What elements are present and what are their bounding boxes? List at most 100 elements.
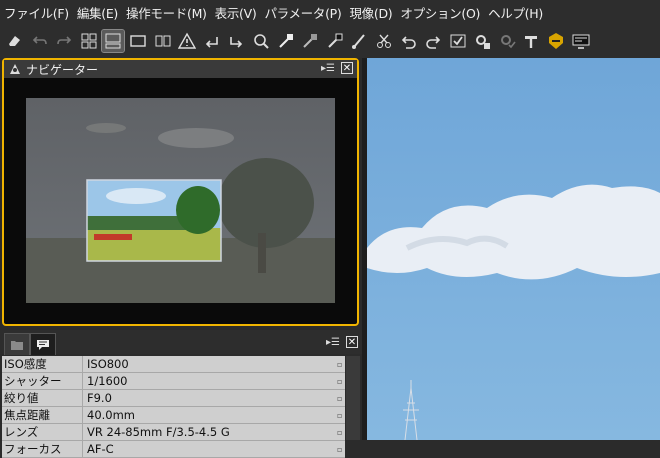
- viewport-rectangle[interactable]: [86, 179, 222, 262]
- filmstrip-view-icon: [105, 33, 121, 49]
- info-key: 絞り値: [2, 390, 83, 406]
- info-key: レンズ: [2, 424, 83, 440]
- white-balance-picker-button[interactable]: [275, 30, 297, 52]
- black-point-picker-icon: [328, 33, 343, 48]
- hammer-icon: [525, 36, 538, 48]
- vertical-scrollbar[interactable]: [346, 356, 360, 440]
- tab-file-info[interactable]: [4, 333, 30, 355]
- check-button[interactable]: [447, 30, 469, 52]
- badge-icon: [549, 33, 564, 49]
- monitor-icon: [572, 34, 590, 49]
- info-value: ISO800: [87, 357, 129, 371]
- comment-icon: [37, 339, 49, 350]
- rotate-right-icon: [230, 37, 243, 48]
- undo-edit-button[interactable]: [398, 30, 420, 52]
- left-pane: ナビゲーター ▸☰ ✕ ▸☰ ✕ ISO感度 ISO800 ▫ シャッター 1/…: [0, 58, 364, 458]
- navigator-title: ナビゲーター: [26, 62, 99, 77]
- table-row: フォーカス AF-C ▫: [2, 441, 345, 458]
- menu-bar: ファイル(F) 編集(E) 操作モード(M) 表示(V) パラメータ(P) 現像(D) オプ…: [0, 0, 660, 24]
- rotate-right-button[interactable]: [225, 30, 247, 52]
- info-value: F9.0: [87, 391, 112, 405]
- settings-button[interactable]: [471, 30, 493, 52]
- brush-icon: [352, 34, 366, 49]
- grid-view-icon: [81, 33, 97, 49]
- zoom-icon: [254, 34, 269, 49]
- row-marker-icon: ▫: [337, 359, 343, 369]
- table-row: レンズ VR 24-85mm F/3.5-4.5 G ▫: [2, 424, 345, 441]
- table-row: ISO感度 ISO800 ▫: [2, 356, 345, 373]
- navigator-thumbnail[interactable]: [26, 98, 335, 303]
- grid-view-button[interactable]: [78, 30, 100, 52]
- camera-info-table: ISO感度 ISO800 ▫ シャッター 1/1600 ▫ 絞り値 F9.0 ▫ 焦点距離 40.0…: [2, 356, 345, 458]
- eraser-icon: [9, 36, 20, 46]
- toolbar: [0, 24, 660, 58]
- white-balance-picker-icon: [278, 34, 293, 48]
- info-key: 焦点距離: [2, 407, 83, 423]
- settings-icon: [476, 35, 491, 49]
- close-icon[interactable]: ✕: [346, 336, 358, 348]
- info-value: AF-C: [87, 442, 114, 456]
- info-value: VR 24-85mm F/3.5-4.5 G: [87, 425, 230, 439]
- rotate-left-button[interactable]: [201, 30, 223, 52]
- gray-point-picker-icon: [303, 34, 318, 48]
- single-view-icon: [130, 35, 146, 47]
- table-row: 絞り値 F9.0 ▫: [2, 390, 345, 407]
- black-point-picker-button[interactable]: [324, 30, 346, 52]
- main-image-view[interactable]: [367, 58, 660, 440]
- compare-view-button[interactable]: [152, 30, 174, 52]
- panel-menu-icon[interactable]: ▸☰: [321, 63, 335, 74]
- warning-icon: [178, 32, 197, 49]
- menu-edit[interactable]: 編集(E): [73, 3, 122, 22]
- row-marker-icon: ▫: [337, 393, 343, 403]
- batch-icon: [500, 35, 516, 49]
- menu-options[interactable]: オプション(O): [396, 3, 484, 22]
- redo-button[interactable]: [53, 30, 75, 52]
- close-icon[interactable]: ✕: [341, 62, 353, 74]
- menu-file[interactable]: ファイル(F): [0, 3, 73, 22]
- menu-view[interactable]: 表示(V): [211, 3, 261, 22]
- info-value: 40.0mm: [87, 408, 136, 422]
- info-key: フォーカス: [2, 441, 83, 457]
- redo-edit-icon: [426, 36, 441, 49]
- filmstrip-view-button[interactable]: [101, 29, 126, 53]
- compare-view-icon: [155, 35, 171, 47]
- gray-point-picker-button[interactable]: [299, 30, 321, 52]
- tab-camera-info[interactable]: [30, 333, 56, 355]
- redo-edit-button[interactable]: [422, 30, 444, 52]
- badge-button[interactable]: [545, 30, 567, 52]
- scissors-button[interactable]: [373, 30, 395, 52]
- navigator-panel: ナビゲーター ▸☰ ✕: [2, 58, 359, 326]
- undo-edit-icon: [401, 36, 416, 49]
- info-key: シャッター: [2, 373, 83, 389]
- panel-menu-icon[interactable]: ▸☰: [326, 337, 340, 348]
- row-marker-icon: ▫: [337, 427, 343, 437]
- batch-button[interactable]: [496, 30, 518, 52]
- redo-icon: [57, 36, 72, 45]
- zoom-button[interactable]: [250, 30, 272, 52]
- info-key: ISO感度: [2, 356, 83, 372]
- hammer-button[interactable]: [520, 30, 542, 52]
- eraser-button[interactable]: [4, 30, 26, 52]
- menu-help[interactable]: ヘルプ(H): [484, 3, 547, 22]
- menu-develop[interactable]: 現像(D): [345, 3, 396, 22]
- table-row: シャッター 1/1600 ▫: [2, 373, 345, 390]
- rotate-left-icon: [205, 37, 218, 48]
- menu-mode[interactable]: 操作モード(M): [122, 3, 211, 22]
- brush-button[interactable]: [348, 30, 370, 52]
- menu-parameters[interactable]: パラメータ(P): [260, 3, 345, 22]
- info-tabbar: ▸☰ ✕: [0, 330, 362, 355]
- row-marker-icon: ▫: [337, 410, 343, 420]
- warning-button[interactable]: [176, 30, 198, 52]
- folder-icon: [11, 340, 23, 350]
- undo-icon: [32, 36, 47, 45]
- check-icon: [450, 34, 466, 48]
- navigator-header: ナビゲーター ▸☰ ✕: [4, 60, 357, 78]
- monitor-button[interactable]: [570, 30, 592, 52]
- info-value: 1/1600: [87, 374, 128, 388]
- undo-button[interactable]: [29, 30, 51, 52]
- scissors-icon: [376, 34, 391, 48]
- single-view-button[interactable]: [127, 30, 149, 52]
- row-marker-icon: ▫: [337, 444, 343, 454]
- row-marker-icon: ▫: [337, 376, 343, 386]
- info-panel: ▸☰ ✕ ISO感度 ISO800 ▫ シャッター 1/1600 ▫ 絞り値 F9.0 ▫ 焦点距…: [0, 330, 362, 458]
